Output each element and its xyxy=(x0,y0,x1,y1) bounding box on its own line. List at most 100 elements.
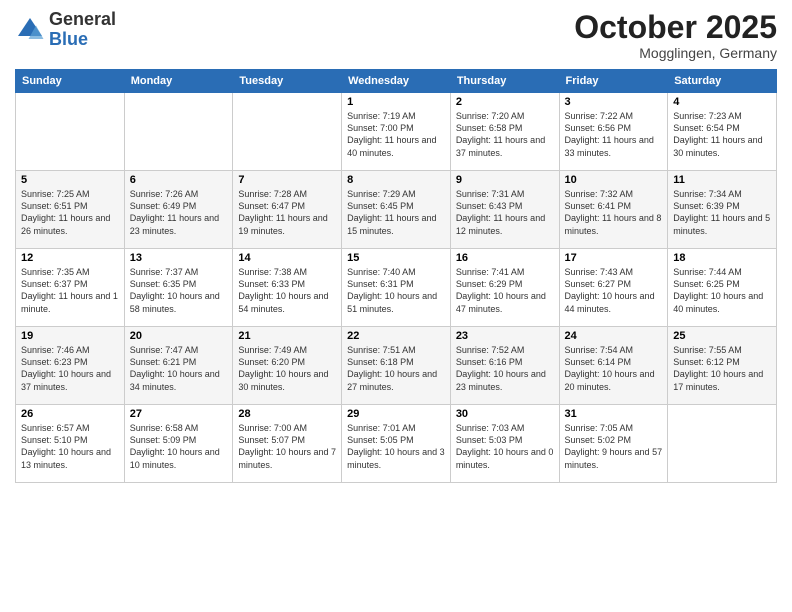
header-sunday: Sunday xyxy=(16,70,125,93)
day-number: 5 xyxy=(21,174,119,186)
day-info: Sunrise: 7:52 AM Sunset: 6:16 PM Dayligh… xyxy=(456,344,554,393)
day-info: Sunrise: 7:20 AM Sunset: 6:58 PM Dayligh… xyxy=(456,110,554,159)
calendar-cell: 1 Sunrise: 7:19 AM Sunset: 7:00 PM Daylig… xyxy=(342,93,451,171)
day-number: 21 xyxy=(238,330,336,342)
day-info: Sunrise: 7:43 AM Sunset: 6:27 PM Dayligh… xyxy=(565,266,663,315)
calendar-cell xyxy=(233,93,342,171)
calendar-cell: 7Sunrise: 7:28 AM Sunset: 6:47 PM Daylig… xyxy=(233,171,342,249)
day-number: 13 xyxy=(130,252,228,264)
header-wednesday: Wednesday xyxy=(342,70,451,93)
header-tuesday: Tuesday xyxy=(233,70,342,93)
calendar-cell: 15 Sunrise: 7:40 AM Sunset: 6:31 PM Dayli… xyxy=(342,249,451,327)
day-number: 23 xyxy=(456,330,554,342)
calendar-cell: 30Sunrise: 7:03 AM Sunset: 5:03 PM Dayli… xyxy=(450,405,559,483)
day-info: Sunrise: 7:19 AM Sunset: 7:00 PM Dayligh… xyxy=(347,110,445,159)
day-number: 28 xyxy=(238,408,336,420)
header-saturday: Saturday xyxy=(668,70,777,93)
day-number: 6 xyxy=(130,174,228,186)
calendar-cell: 20 Sunrise: 7:47 AM Sunset: 6:21 PM Dayli… xyxy=(124,327,233,405)
calendar-cell: 2 Sunrise: 7:20 AM Sunset: 6:58 PM Daylig… xyxy=(450,93,559,171)
day-number: 27 xyxy=(130,408,228,420)
day-number: 26 xyxy=(21,408,119,420)
day-number: 12 xyxy=(21,252,119,264)
calendar-cell: 9Sunrise: 7:31 AM Sunset: 6:43 PM Daylig… xyxy=(450,171,559,249)
calendar-body: 1 Sunrise: 7:19 AM Sunset: 7:00 PM Daylig… xyxy=(16,93,777,483)
day-info: Sunrise: 7:25 AM Sunset: 6:51 PM Dayligh… xyxy=(21,188,119,237)
calendar-cell: 27 Sunrise: 6:58 AM Sunset: 5:09 PM Dayli… xyxy=(124,405,233,483)
day-info: Sunrise: 7:40 AM Sunset: 6:31 PM Dayligh… xyxy=(347,266,445,315)
logo-text: General Blue xyxy=(49,10,116,50)
day-number: 10 xyxy=(565,174,663,186)
header-monday: Monday xyxy=(124,70,233,93)
calendar-cell xyxy=(16,93,125,171)
calendar-cell: 4Sunrise: 7:23 AM Sunset: 6:54 PM Daylig… xyxy=(668,93,777,171)
day-info: Sunrise: 6:58 AM Sunset: 5:09 PM Dayligh… xyxy=(130,422,228,471)
logo-general: General xyxy=(49,10,116,30)
page: General Blue October 2025 Mogglingen, Ge… xyxy=(0,0,792,612)
header-friday: Friday xyxy=(559,70,668,93)
day-info: Sunrise: 7:34 AM Sunset: 6:39 PM Dayligh… xyxy=(673,188,771,237)
day-info: Sunrise: 7:23 AM Sunset: 6:54 PM Dayligh… xyxy=(673,110,771,159)
calendar-week-3: 12 Sunrise: 7:35 AM Sunset: 6:37 PM Dayli… xyxy=(16,249,777,327)
calendar-cell xyxy=(124,93,233,171)
day-number: 15 xyxy=(347,252,445,264)
header: General Blue October 2025 Mogglingen, Ge… xyxy=(15,10,777,61)
day-info: Sunrise: 7:29 AM Sunset: 6:45 PM Dayligh… xyxy=(347,188,445,237)
day-number: 30 xyxy=(456,408,554,420)
calendar-cell: 22 Sunrise: 7:51 AM Sunset: 6:18 PM Dayli… xyxy=(342,327,451,405)
header-row: Sunday Monday Tuesday Wednesday Thursday… xyxy=(16,70,777,93)
day-info: Sunrise: 7:32 AM Sunset: 6:41 PM Dayligh… xyxy=(565,188,663,237)
calendar-cell: 8 Sunrise: 7:29 AM Sunset: 6:45 PM Daylig… xyxy=(342,171,451,249)
day-info: Sunrise: 7:54 AM Sunset: 6:14 PM Dayligh… xyxy=(565,344,663,393)
day-info: Sunrise: 7:35 AM Sunset: 6:37 PM Dayligh… xyxy=(21,266,119,315)
day-info: Sunrise: 7:49 AM Sunset: 6:20 PM Dayligh… xyxy=(238,344,336,393)
calendar-cell: 18 Sunrise: 7:44 AM Sunset: 6:25 PM Dayli… xyxy=(668,249,777,327)
day-number: 29 xyxy=(347,408,445,420)
calendar-cell: 31Sunrise: 7:05 AM Sunset: 5:02 PM Dayli… xyxy=(559,405,668,483)
calendar-cell: 12 Sunrise: 7:35 AM Sunset: 6:37 PM Dayli… xyxy=(16,249,125,327)
day-number: 22 xyxy=(347,330,445,342)
day-info: Sunrise: 7:46 AM Sunset: 6:23 PM Dayligh… xyxy=(21,344,119,393)
day-number: 16 xyxy=(456,252,554,264)
day-number: 14 xyxy=(238,252,336,264)
calendar-table: Sunday Monday Tuesday Wednesday Thursday… xyxy=(15,69,777,483)
day-number: 2 xyxy=(456,96,554,108)
day-info: Sunrise: 7:05 AM Sunset: 5:02 PM Dayligh… xyxy=(565,422,663,471)
calendar-week-1: 1 Sunrise: 7:19 AM Sunset: 7:00 PM Daylig… xyxy=(16,93,777,171)
calendar-week-2: 5 Sunrise: 7:25 AM Sunset: 6:51 PM Daylig… xyxy=(16,171,777,249)
calendar-cell: 3 Sunrise: 7:22 AM Sunset: 6:56 PM Daylig… xyxy=(559,93,668,171)
day-info: Sunrise: 7:55 AM Sunset: 6:12 PM Dayligh… xyxy=(673,344,771,393)
calendar-cell: 23 Sunrise: 7:52 AM Sunset: 6:16 PM Dayli… xyxy=(450,327,559,405)
calendar-cell: 25Sunrise: 7:55 AM Sunset: 6:12 PM Dayli… xyxy=(668,327,777,405)
day-info: Sunrise: 6:57 AM Sunset: 5:10 PM Dayligh… xyxy=(21,422,119,471)
day-number: 20 xyxy=(130,330,228,342)
calendar-cell: 29 Sunrise: 7:01 AM Sunset: 5:05 PM Dayli… xyxy=(342,405,451,483)
day-info: Sunrise: 7:37 AM Sunset: 6:35 PM Dayligh… xyxy=(130,266,228,315)
day-number: 17 xyxy=(565,252,663,264)
logo: General Blue xyxy=(15,10,116,50)
calendar-cell: 5 Sunrise: 7:25 AM Sunset: 6:51 PM Daylig… xyxy=(16,171,125,249)
day-number: 3 xyxy=(565,96,663,108)
day-number: 18 xyxy=(673,252,771,264)
day-number: 8 xyxy=(347,174,445,186)
calendar-cell: 24Sunrise: 7:54 AM Sunset: 6:14 PM Dayli… xyxy=(559,327,668,405)
day-info: Sunrise: 7:44 AM Sunset: 6:25 PM Dayligh… xyxy=(673,266,771,315)
calendar-cell: 26 Sunrise: 6:57 AM Sunset: 5:10 PM Dayli… xyxy=(16,405,125,483)
calendar-cell: 11 Sunrise: 7:34 AM Sunset: 6:39 PM Dayli… xyxy=(668,171,777,249)
day-number: 11 xyxy=(673,174,771,186)
calendar-cell: 28Sunrise: 7:00 AM Sunset: 5:07 PM Dayli… xyxy=(233,405,342,483)
day-info: Sunrise: 7:22 AM Sunset: 6:56 PM Dayligh… xyxy=(565,110,663,159)
title-section: October 2025 Mogglingen, Germany xyxy=(574,10,777,61)
calendar-cell: 6 Sunrise: 7:26 AM Sunset: 6:49 PM Daylig… xyxy=(124,171,233,249)
day-info: Sunrise: 7:31 AM Sunset: 6:43 PM Dayligh… xyxy=(456,188,554,237)
day-info: Sunrise: 7:51 AM Sunset: 6:18 PM Dayligh… xyxy=(347,344,445,393)
calendar-cell: 10 Sunrise: 7:32 AM Sunset: 6:41 PM Dayli… xyxy=(559,171,668,249)
day-number: 19 xyxy=(21,330,119,342)
day-number: 1 xyxy=(347,96,445,108)
day-info: Sunrise: 7:28 AM Sunset: 6:47 PM Dayligh… xyxy=(238,188,336,237)
logo-icon xyxy=(15,15,45,45)
day-info: Sunrise: 7:26 AM Sunset: 6:49 PM Dayligh… xyxy=(130,188,228,237)
day-info: Sunrise: 7:01 AM Sunset: 5:05 PM Dayligh… xyxy=(347,422,445,471)
calendar-cell: 13 Sunrise: 7:37 AM Sunset: 6:35 PM Dayli… xyxy=(124,249,233,327)
day-info: Sunrise: 7:47 AM Sunset: 6:21 PM Dayligh… xyxy=(130,344,228,393)
